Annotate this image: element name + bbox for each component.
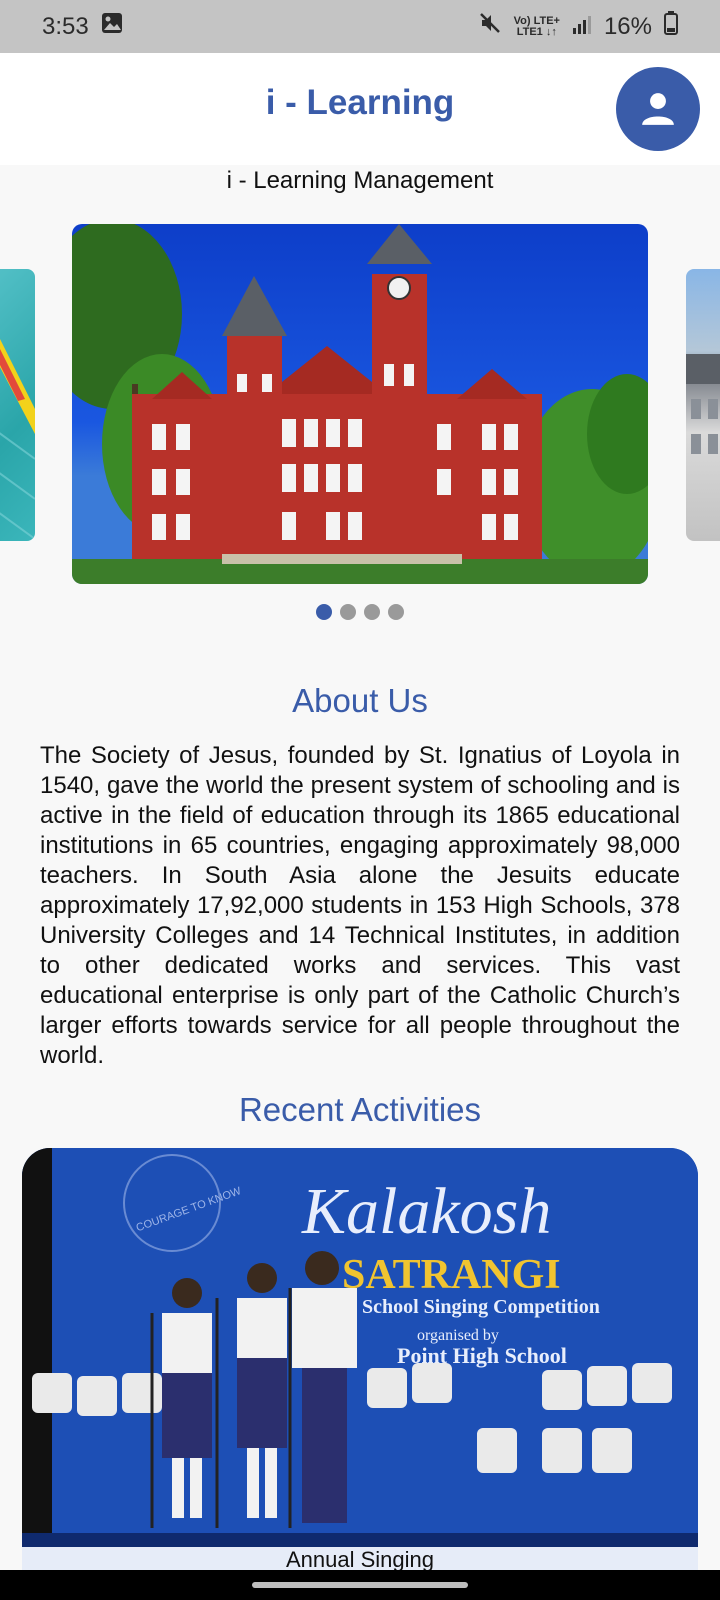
profile-button[interactable] [616, 67, 700, 151]
page-subtitle: i - Learning Management [226, 167, 494, 194]
status-bar: 3:53 Vo) LTE+ LTE1 ↓↑ 16% [0, 0, 720, 53]
signal-icon [572, 13, 592, 41]
carousel-dot-4[interactable] [388, 604, 404, 620]
activity-card[interactable]: COURAGE TO KNOW Kalakosh SATRANGI School… [22, 1148, 698, 1568]
status-time: 3:53 [42, 12, 89, 40]
carousel-slide-next[interactable] [686, 269, 720, 541]
activity-image: COURAGE TO KNOW Kalakosh SATRANGI School… [22, 1148, 698, 1568]
app-title: i - Learning [265, 83, 455, 122]
battery-icon [664, 11, 678, 42]
person-icon [642, 93, 674, 125]
carousel-dot-2[interactable] [340, 604, 356, 620]
app-bar: i - Learning [0, 53, 720, 165]
status-left: 3:53 [42, 12, 123, 41]
home-gesture-handle[interactable] [252, 1582, 468, 1588]
image-icon [101, 12, 123, 41]
carousel-slide-prev[interactable] [0, 269, 35, 541]
image-carousel[interactable] [0, 224, 720, 584]
banner-title: SATRANGI [342, 1252, 561, 1298]
about-title: About Us [292, 682, 428, 719]
banner-line: organised by [417, 1327, 499, 1344]
network-indicator: Vo) LTE+ LTE1 ↓↑ [513, 14, 560, 38]
university-building-image [72, 224, 648, 584]
about-text: The Society of Jesus, founded by St. Ign… [40, 742, 680, 1069]
status-right: Vo) LTE+ LTE1 ↓↑ 16% [478, 11, 678, 42]
carousel-slide-active[interactable] [72, 224, 648, 584]
carousel-indicator [0, 604, 720, 620]
carousel-dot-3[interactable] [364, 604, 380, 620]
system-nav-bar [0, 1570, 720, 1600]
battery-text: 16% [603, 12, 652, 40]
recent-activities-title: Recent Activities [238, 1091, 482, 1128]
mute-icon [478, 11, 502, 42]
banner-brand: Kalakosh [301, 1175, 551, 1248]
banner-subtitle: School Singing Competition [362, 1296, 600, 1318]
carousel-dot-1[interactable] [316, 604, 332, 620]
